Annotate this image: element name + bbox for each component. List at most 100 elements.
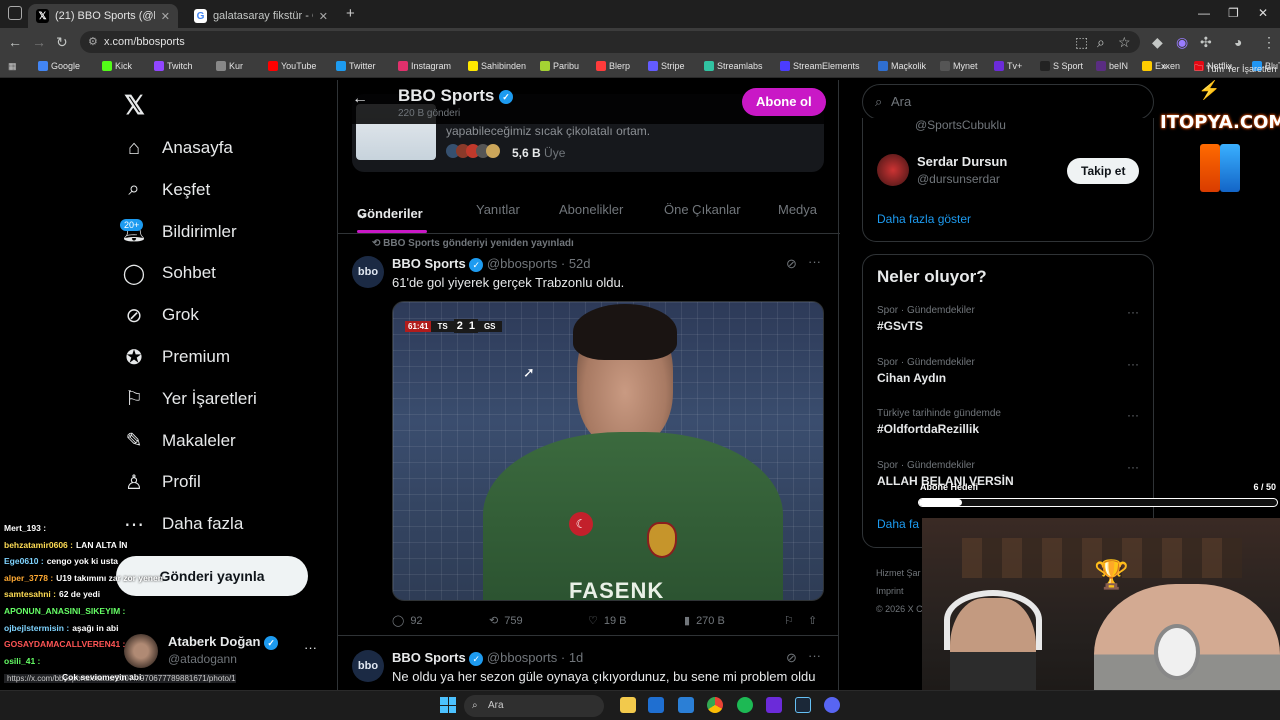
more-icon[interactable]: ··· bbox=[1127, 305, 1139, 319]
trend-item[interactable]: Spor · Gündemdekiler Cihan Aydın ··· bbox=[877, 357, 1139, 385]
subscribe-button[interactable]: Abone ol bbox=[742, 88, 826, 116]
tab-replies[interactable]: Yanıtlar bbox=[476, 202, 520, 217]
bookmark-item[interactable]: Sahibinden bbox=[468, 61, 526, 71]
avatar[interactable]: bbo bbox=[352, 256, 384, 288]
bookmark-item[interactable]: Twitter bbox=[336, 61, 376, 71]
file-explorer-icon[interactable] bbox=[620, 697, 636, 713]
close-tab-icon[interactable]: ✕ bbox=[161, 10, 170, 23]
mail-icon[interactable] bbox=[678, 697, 694, 713]
next-app-icon[interactable] bbox=[766, 697, 782, 713]
sidebar-item-makaleler[interactable]: ✎ Makaleler bbox=[122, 429, 236, 453]
bookmark-item[interactable]: Kick bbox=[102, 61, 132, 71]
bookmark-item[interactable]: Instagram bbox=[398, 61, 451, 71]
tweet-video[interactable]: 61:41 TS 2 1 GS ☾ FASENK ➚ bbox=[392, 301, 824, 601]
more-icon[interactable]: ··· bbox=[1127, 357, 1139, 371]
apps-icon[interactable]: ▦ bbox=[8, 61, 17, 72]
sidebar-item-grok[interactable]: ⊘ Grok bbox=[122, 303, 199, 327]
extensions-puzzle-icon[interactable]: ✣ bbox=[1200, 34, 1212, 51]
tab-subscriptions[interactable]: Abonelikler bbox=[559, 202, 623, 217]
tab-highlights[interactable]: Öne Çıkanlar bbox=[664, 202, 741, 217]
maximize-icon[interactable]: ❐ bbox=[1228, 6, 1239, 20]
trend-item[interactable]: Spor · Gündemdekiler #GSvTS ··· bbox=[877, 305, 1139, 333]
tab-google[interactable]: G galatasaray fikstür - Google'da ✕ bbox=[186, 4, 336, 28]
tweet[interactable]: bbo BBO Sports ✓ @bbosports · 1d ⊘ ··· N… bbox=[338, 638, 838, 690]
back-icon[interactable]: ← bbox=[8, 34, 22, 50]
like-button[interactable]: ♡ 19 B bbox=[588, 614, 627, 628]
sidebar-item-ke-fet[interactable]: ⌕ Keşfet bbox=[122, 178, 210, 202]
extension-icon-2[interactable]: ◉ bbox=[1176, 34, 1188, 51]
x-logo-icon[interactable]: 𝕏 bbox=[124, 90, 145, 121]
avatar[interactable]: bbo bbox=[352, 650, 384, 682]
share-icon[interactable]: ⇧ bbox=[808, 614, 817, 627]
more-icon[interactable]: ··· bbox=[1127, 460, 1139, 474]
minimize-icon[interactable]: — bbox=[1198, 6, 1210, 20]
menu-icon[interactable]: ⋮ bbox=[1262, 34, 1276, 51]
bookmark-item[interactable]: Blerp bbox=[596, 61, 630, 71]
close-tab-icon[interactable]: ✕ bbox=[319, 10, 328, 23]
sidebar-item-premium[interactable]: ✪ Premium bbox=[122, 345, 230, 369]
bookmark-item[interactable]: Google bbox=[38, 61, 80, 71]
discord-icon[interactable] bbox=[824, 697, 840, 713]
bookmark-icon[interactable]: ⚐ bbox=[784, 614, 794, 627]
bookmark-item[interactable]: Twitch bbox=[154, 61, 193, 71]
reload-icon[interactable]: ↻ bbox=[56, 34, 68, 51]
footer-link[interactable]: Imprint bbox=[876, 582, 923, 600]
bookmark-item[interactable]: StreamElements bbox=[780, 61, 860, 71]
extension-icon[interactable]: ◆ bbox=[1152, 34, 1163, 51]
suggestion-name[interactable]: Serdar Dursun bbox=[917, 154, 1007, 169]
grok-icon[interactable]: ⊘ bbox=[786, 650, 797, 666]
bookmark-item[interactable]: Mynet bbox=[940, 61, 978, 71]
grok-icon[interactable]: ⊘ bbox=[786, 256, 797, 272]
sidebar-item-yer-i-aretleri[interactable]: ⚐ Yer İşaretleri bbox=[122, 387, 257, 411]
bookmark-item[interactable]: Paribu bbox=[540, 61, 579, 71]
back-arrow-icon[interactable]: ← bbox=[352, 90, 368, 108]
bookmark-item[interactable]: YouTube bbox=[268, 61, 316, 71]
spotify-icon[interactable] bbox=[737, 697, 753, 713]
footer-link[interactable]: Hizmet Şar bbox=[876, 564, 923, 582]
zoom-icon[interactable]: ⌕ bbox=[1097, 34, 1105, 51]
close-window-icon[interactable]: ✕ bbox=[1258, 6, 1268, 20]
views-button[interactable]: ▮ 270 B bbox=[684, 614, 725, 628]
all-bookmarks[interactable]: 🗀 Tüm Yer İşaretleri bbox=[1194, 61, 1277, 77]
install-icon[interactable]: ⬚ bbox=[1075, 34, 1088, 51]
reply-button[interactable]: ◯ 92 bbox=[392, 614, 423, 628]
bookmark-item[interactable]: Kur bbox=[216, 61, 243, 71]
bookmarks-overflow-icon[interactable]: » bbox=[1162, 61, 1167, 71]
sidebar-item-profil[interactable]: ♙ Profil bbox=[122, 470, 201, 494]
bookmark-item[interactable]: beIN bbox=[1096, 61, 1128, 71]
trend-item[interactable]: Türkiye tarihinde gündemde #OldfortdaRezi… bbox=[877, 408, 1139, 436]
more-icon[interactable]: ··· bbox=[808, 254, 821, 269]
bookmark-item[interactable]: Stripe bbox=[648, 61, 685, 71]
sidebar-item-sohbet[interactable]: ◯ Sohbet bbox=[122, 261, 216, 285]
bookmark-item[interactable]: Streamlabs bbox=[704, 61, 763, 71]
more-icon[interactable]: ··· bbox=[1127, 408, 1139, 422]
tab-bbo-sports[interactable]: 𝕏 (21) BBO Sports (@bbosports) / ✕ bbox=[28, 4, 178, 28]
show-more-link[interactable]: Daha fazla göster bbox=[877, 212, 971, 226]
steam-icon[interactable] bbox=[795, 697, 811, 713]
search-input[interactable]: ⌕ Ara bbox=[862, 84, 1154, 120]
tweet[interactable]: ⟲ BBO Sports gönderiyi yeniden yayınladı… bbox=[338, 236, 838, 636]
chrome-icon[interactable] bbox=[707, 697, 723, 713]
avatar[interactable] bbox=[877, 154, 909, 186]
bookmark-item[interactable]: Exxen bbox=[1142, 61, 1180, 71]
bookmark-favicon-icon bbox=[1096, 61, 1106, 71]
bookmark-item[interactable]: Maçkolik bbox=[878, 61, 926, 71]
show-more-link[interactable]: Daha fa bbox=[877, 517, 919, 531]
avatar[interactable]: ◕ bbox=[1234, 34, 1242, 50]
bookmark-item[interactable]: S Sport bbox=[1040, 61, 1083, 71]
follow-button[interactable]: Takip et bbox=[1067, 158, 1140, 184]
new-tab-button[interactable]: + bbox=[346, 5, 355, 22]
tab-media[interactable]: Medya bbox=[778, 202, 817, 217]
star-icon[interactable]: ☆ bbox=[1118, 34, 1131, 51]
taskbar-search[interactable]: ⌕ Ara bbox=[464, 695, 604, 717]
windows-start-icon[interactable] bbox=[440, 697, 456, 713]
bookmark-item[interactable]: Tv+ bbox=[994, 61, 1022, 71]
more-icon[interactable]: ··· bbox=[808, 648, 821, 663]
url-input[interactable]: ⚙ x.com/bbosports bbox=[80, 31, 1140, 53]
forward-icon[interactable]: → bbox=[32, 34, 46, 50]
repost-button[interactable]: ⟲ 759 bbox=[489, 614, 523, 628]
site-info-icon[interactable]: ⚙ bbox=[88, 31, 98, 53]
tab-switcher-icon[interactable] bbox=[8, 6, 22, 20]
outlook-icon[interactable] bbox=[648, 697, 664, 713]
sidebar-item-anasayfa[interactable]: ⌂ Anasayfa bbox=[122, 136, 233, 160]
